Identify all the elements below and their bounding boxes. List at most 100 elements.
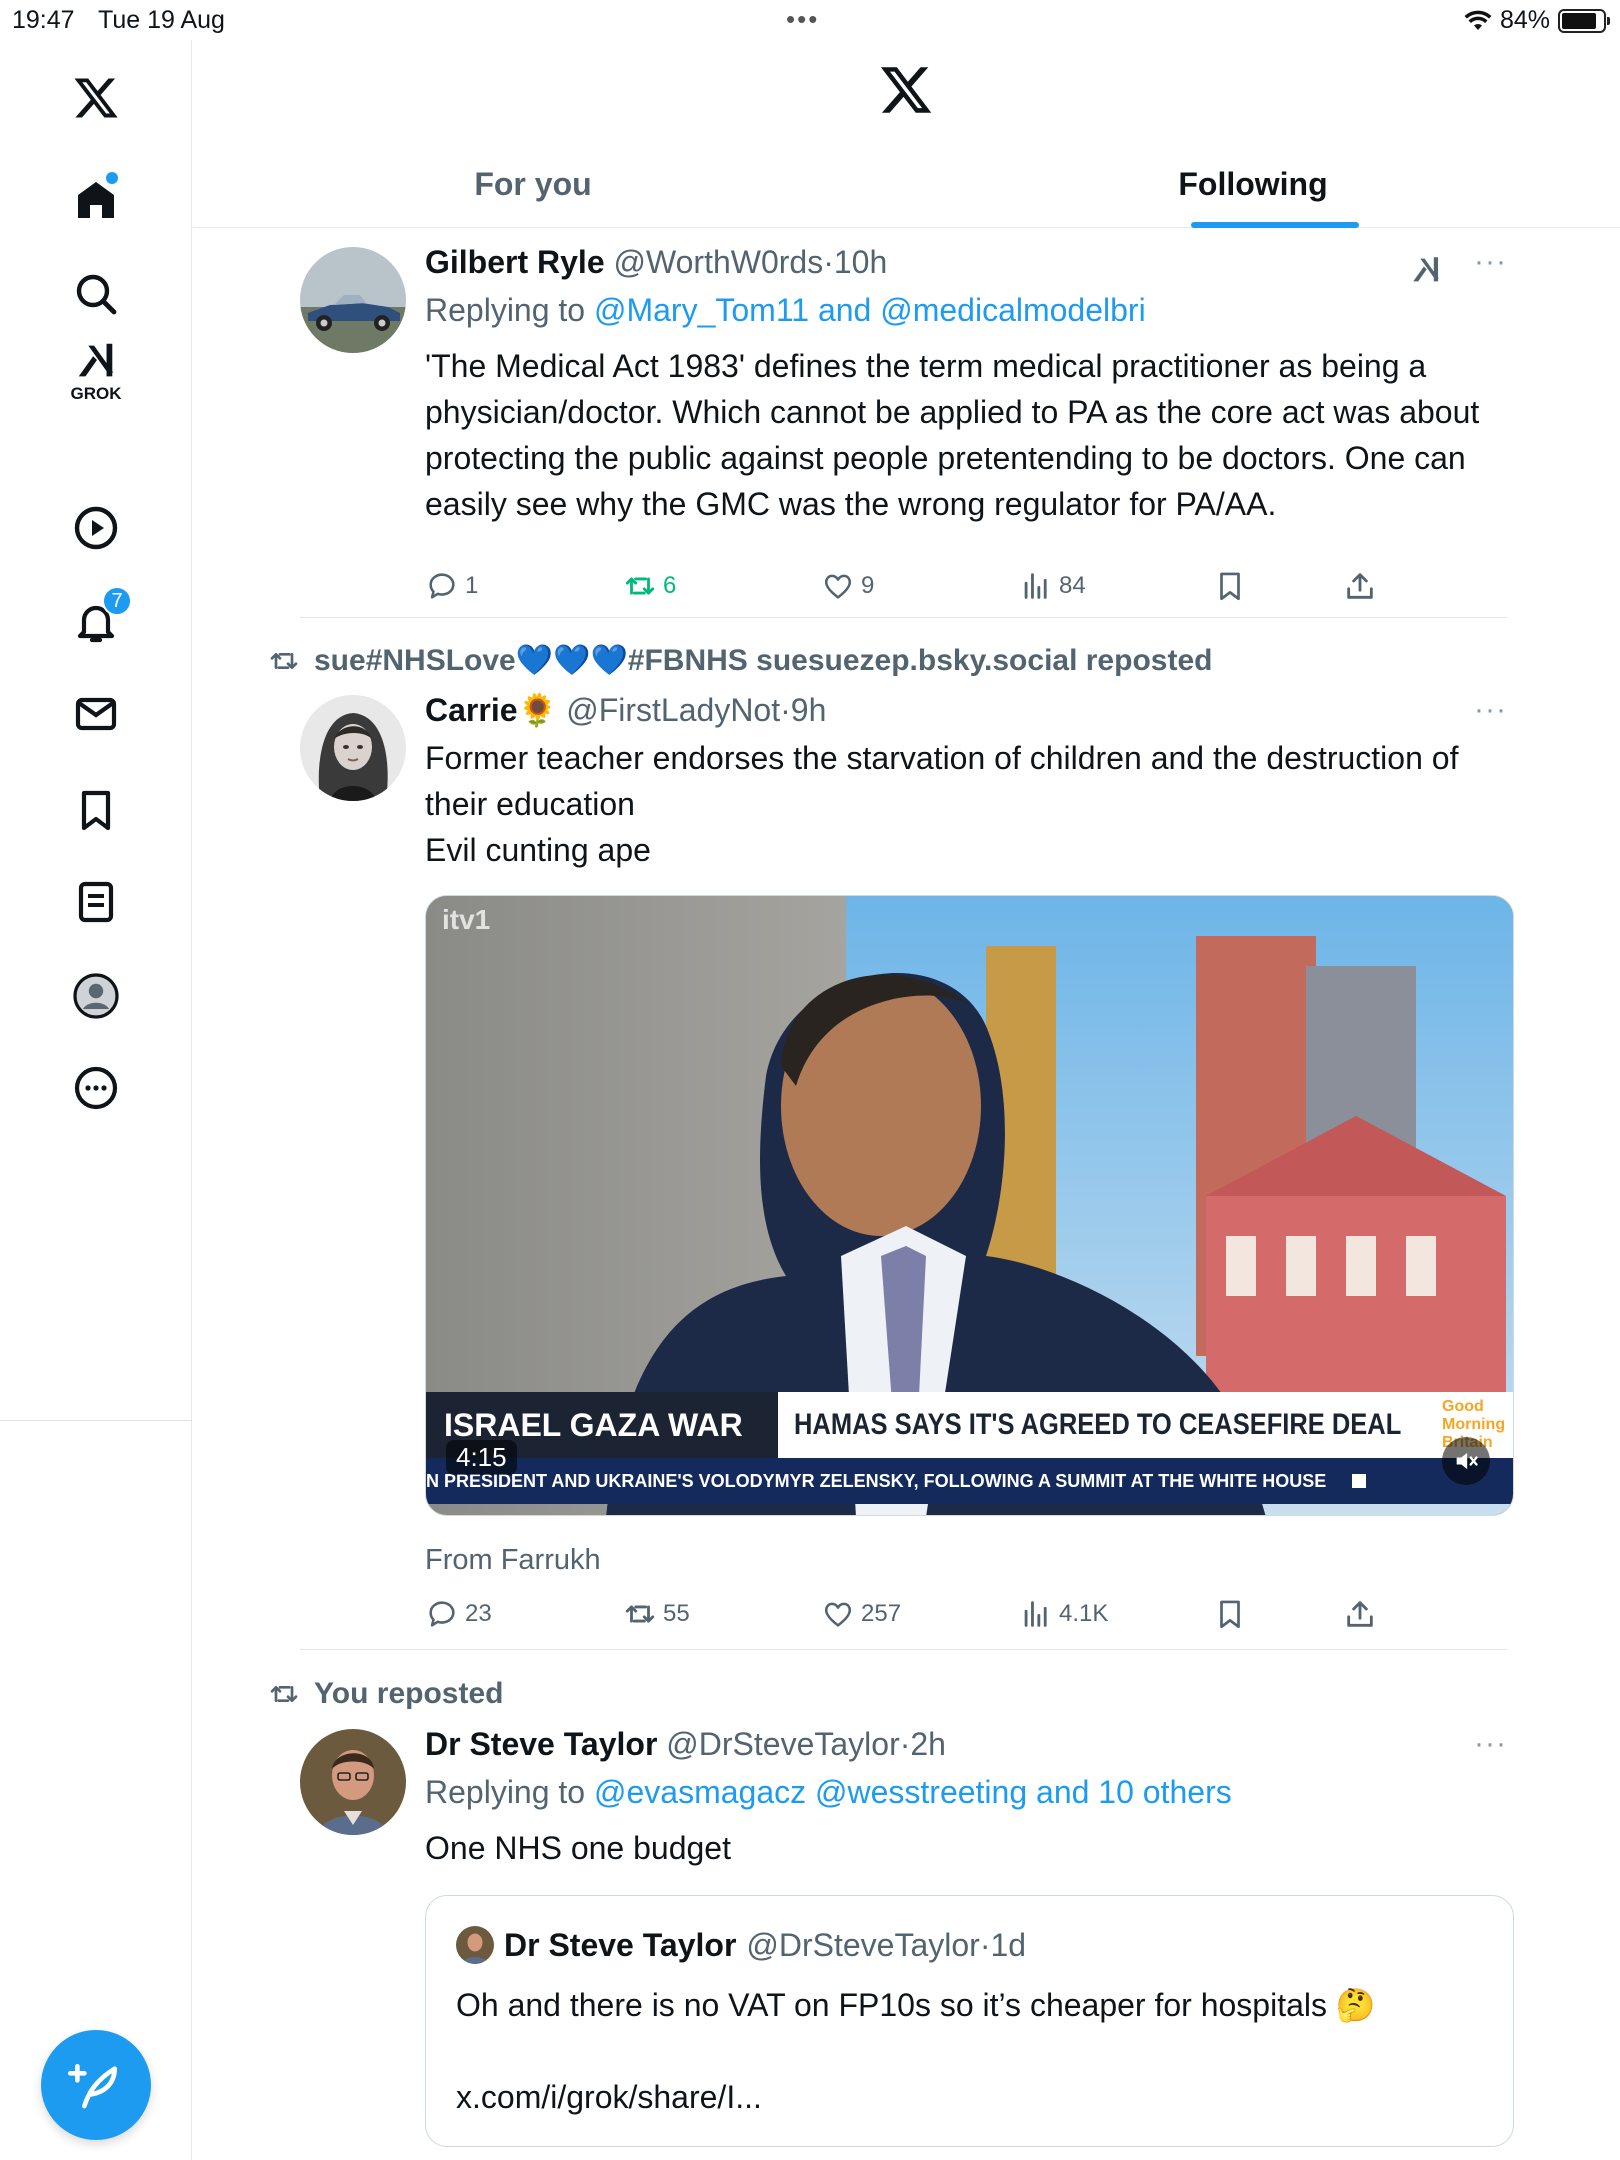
mail-icon — [75, 697, 117, 731]
like-button[interactable]: 257 — [821, 1597, 901, 1631]
x-logo-icon — [74, 78, 118, 118]
post-header: Carrie🌻 @FirstLadyNot·9h — [425, 689, 1507, 731]
reply-count: 1 — [465, 572, 479, 599]
repost-context[interactable]: You reposted — [268, 1677, 503, 1711]
post[interactable]: Gilbert Ryle @WorthW0rds·10h Replying to… — [300, 244, 1507, 609]
battery-percent: 84% — [1499, 6, 1550, 34]
sidebar-item-profile[interactable] — [60, 960, 132, 1032]
compose-feather-icon — [68, 2064, 117, 2109]
replying-to: Replying to @evasmagacz @wesstreeting an… — [425, 1769, 1507, 1815]
x-logo-icon — [880, 67, 932, 113]
post-text: 'The Medical Act 1983' defines the term … — [425, 348, 1480, 522]
post[interactable]: Dr Steve Taylor @DrSteveTaylor·2h Replyi… — [300, 1726, 1514, 2160]
sidebar-item-video[interactable] — [60, 492, 132, 564]
views-button[interactable]: 4.1K — [1019, 1597, 1108, 1631]
video-attribution[interactable]: From Farrukh — [425, 1537, 601, 1583]
repost-button[interactable]: 6 — [623, 569, 676, 603]
post-text: Former teacher endorses the starvation o… — [425, 740, 1459, 822]
reply-targets-link[interactable]: @Mary_Tom11 and @medicalmodelbri — [594, 292, 1146, 328]
author-name[interactable]: Gilbert Ryle — [425, 244, 605, 280]
repost-count: 6 — [663, 572, 677, 599]
tab-following[interactable]: Following — [913, 140, 1593, 228]
video-player[interactable]: itv1 ISRAEL GAZA WAR HAMAS SAYS IT'S AGR… — [425, 895, 1514, 1516]
quoted-post[interactable]: Dr Steve Taylor @DrSteveTaylor · 1d Oh and… — [425, 1895, 1514, 2147]
sidebar-item-grok[interactable]: GROK — [60, 332, 132, 442]
share-icon — [1347, 573, 1373, 599]
share-button[interactable] — [1343, 1597, 1377, 1631]
repost-icon — [270, 1686, 298, 1702]
reply-targets-link[interactable]: @evasmagacz @wesstreeting and 10 others — [594, 1774, 1232, 1810]
like-button[interactable]: 9 — [821, 569, 874, 603]
grok-icon[interactable] — [1407, 253, 1445, 287]
repost-icon — [270, 652, 298, 669]
search-icon — [76, 274, 117, 315]
status-bar: 19:47 Tue 19 Aug ••• 84% — [0, 0, 1620, 40]
post-header: Dr Steve Taylor @DrSteveTaylor·2h — [425, 1723, 1507, 1765]
post[interactable]: Carrie🌻 @FirstLadyNot·9h Former teacher … — [300, 692, 1514, 1843]
sidebar-item-lists[interactable] — [60, 866, 132, 938]
status-date: Tue 19 Aug — [98, 6, 225, 34]
tab-active-indicator — [1191, 222, 1359, 228]
sidebar-item-messages[interactable] — [60, 678, 132, 750]
sidebar-item-home[interactable] — [60, 164, 132, 236]
repost-context[interactable]: sue#NHSLove💙💙💙#FBNHS suesuezep.bsky.soci… — [268, 643, 1212, 678]
tab-for-you[interactable]: For you — [193, 140, 873, 228]
author-name[interactable]: Dr Steve Taylor — [425, 1726, 657, 1762]
author-handle[interactable]: @FirstLadyNot — [566, 692, 780, 728]
x-logo-button[interactable] — [60, 62, 132, 134]
play-icon — [74, 506, 118, 550]
muted-speaker-icon — [1456, 1452, 1478, 1470]
views-button[interactable]: 84 — [1019, 569, 1086, 603]
separator-dot: · — [780, 692, 791, 728]
repost-context-text: You reposted — [314, 1677, 504, 1710]
mute-button[interactable] — [1442, 1437, 1490, 1485]
sidebar: GROK 7 — [0, 40, 192, 2160]
post-time[interactable]: 10h — [834, 244, 887, 280]
like-count: 9 — [861, 572, 875, 599]
author-name[interactable]: Carrie — [425, 692, 518, 728]
sidebar-item-bookmarks[interactable] — [60, 774, 132, 846]
more-icon — [74, 1066, 118, 1110]
quoted-author-name[interactable]: Dr Steve Taylor — [504, 1927, 736, 1964]
tab-following-label: Following — [1178, 165, 1328, 202]
quoted-post-time: 1d — [990, 1926, 1027, 1963]
post-more-button[interactable]: ··· — [1474, 693, 1507, 727]
avatar[interactable] — [300, 247, 406, 353]
avatar[interactable] — [300, 695, 406, 801]
avatar[interactable] — [300, 1729, 406, 1835]
sidebar-item-notifications[interactable]: 7 — [60, 586, 132, 658]
compose-post-button[interactable] — [41, 2030, 151, 2140]
quoted-post-link[interactable]: x.com/i/grok/share/I... — [456, 2074, 762, 2120]
bookmark-icon — [81, 790, 111, 831]
post-more-button[interactable]: ··· — [1474, 245, 1507, 279]
separator-dot: · — [979, 1926, 991, 1963]
post-actions: 23 55 257 4.1K — [425, 1597, 1425, 1637]
reply-button[interactable]: 23 — [425, 1597, 492, 1631]
news-ticker-text: N PRESIDENT AND UKRAINE'S VOLODYMYR ZELE… — [426, 1470, 1327, 1491]
bookmark-icon — [1220, 572, 1240, 601]
reply-button[interactable]: 1 — [425, 569, 478, 603]
author-handle[interactable]: @WorthW0rds — [614, 244, 824, 280]
share-button[interactable] — [1343, 569, 1377, 603]
quoted-post-header: Dr Steve Taylor @DrSteveTaylor · 1d — [456, 1926, 1026, 1964]
post-time[interactable]: 2h — [910, 1726, 946, 1762]
bookmark-button[interactable] — [1213, 1597, 1247, 1631]
sidebar-item-explore[interactable] — [60, 258, 132, 330]
quoted-author-handle[interactable]: @DrSteveTaylor — [746, 1927, 979, 1964]
author-handle[interactable]: @DrSteveTaylor — [666, 1726, 899, 1762]
post-more-button[interactable]: ··· — [1474, 1727, 1507, 1761]
repost-icon — [625, 577, 655, 595]
status-time: 19:47 — [12, 6, 75, 34]
views-count: 4.1K — [1059, 1600, 1109, 1627]
sidebar-item-more[interactable] — [60, 1052, 132, 1124]
post-time[interactable]: 9h — [791, 692, 827, 728]
quoted-avatar[interactable] — [456, 1926, 494, 1964]
post-header: Gilbert Ryle @WorthW0rds·10h — [425, 241, 1507, 283]
multitasking-dots[interactable]: ••• — [786, 4, 819, 35]
avatar-vintage-car-image — [300, 247, 406, 353]
post-actions: 1 6 9 84 — [425, 569, 1425, 609]
repost-button[interactable]: 55 — [623, 1597, 690, 1631]
bookmark-button[interactable] — [1213, 569, 1247, 603]
channel-logo: itv1 — [442, 904, 491, 935]
views-chart-icon — [1024, 573, 1047, 599]
